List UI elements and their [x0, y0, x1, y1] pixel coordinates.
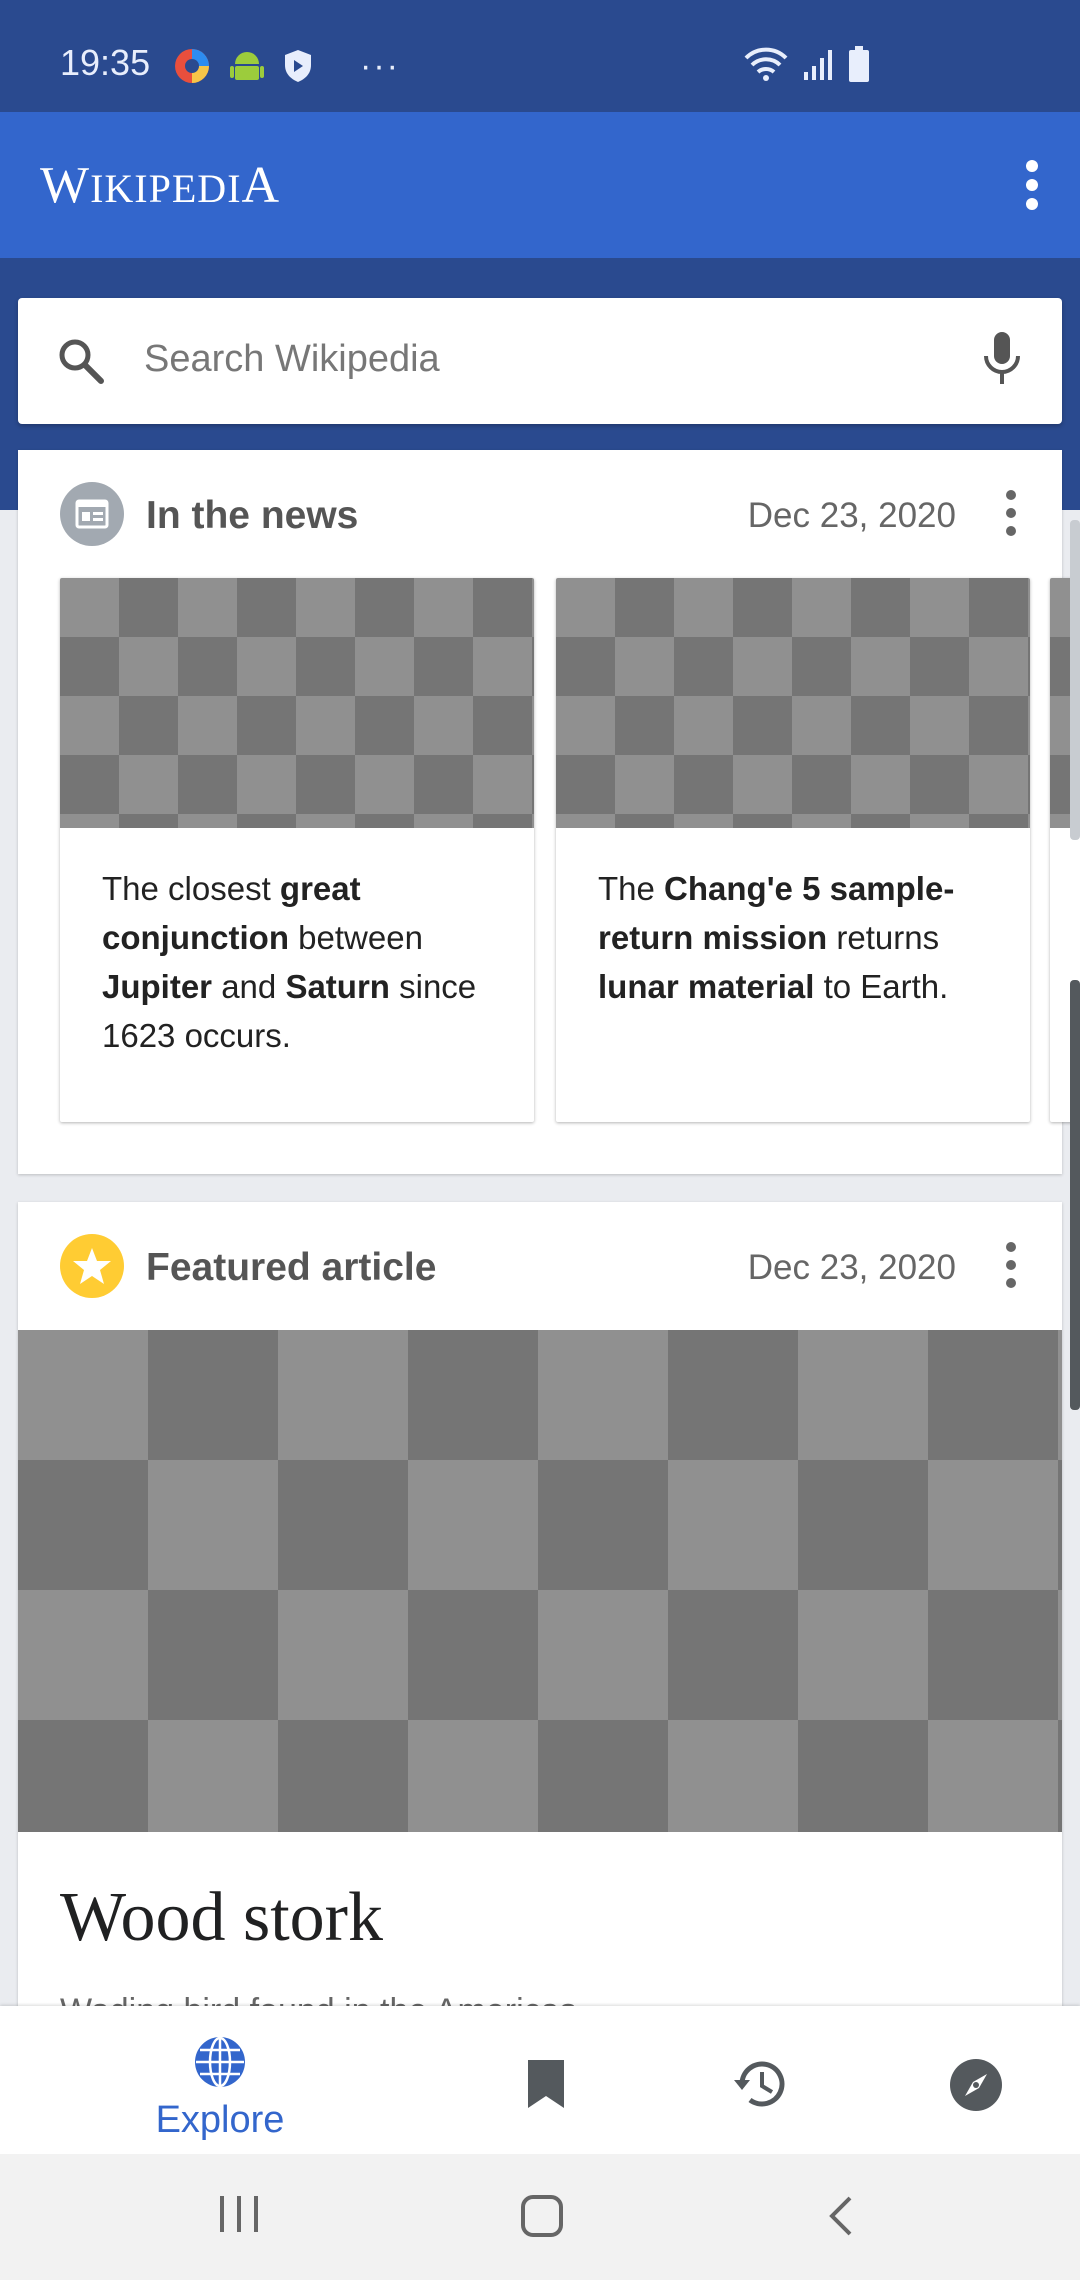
card-title: Featured article [146, 1246, 437, 1289]
overflow-menu-button[interactable] [1022, 160, 1042, 210]
nav-explore-label: Explore [155, 2099, 285, 2141]
scrollbar[interactable] [1070, 520, 1080, 840]
status-time: 19:35 [60, 42, 151, 83]
system-navigation-bar [0, 2154, 1080, 2280]
android-icon [230, 52, 264, 80]
star-icon [60, 1234, 124, 1298]
card-title: In the news [146, 494, 359, 537]
news-item-text: The closest great conjunction between Ju… [102, 870, 477, 1054]
search-bar[interactable]: Search Wikipedia [18, 298, 1062, 424]
news-thumbnail [556, 578, 1030, 828]
bookmark-icon [528, 2060, 564, 2108]
microphone-icon[interactable] [982, 330, 1022, 388]
nav-saved[interactable] [514, 2006, 578, 2154]
scrollbar-thumb[interactable] [1070, 980, 1080, 1410]
app-bar: WIKIPEDIA [0, 112, 1080, 258]
status-more: ··· [360, 46, 400, 85]
card-header: In the news Dec 23, 2020 [18, 450, 1062, 580]
compass-icon [950, 2059, 1002, 2111]
shield-icon [285, 50, 311, 82]
featured-article-card[interactable]: Featured article Dec 23, 2020 Wood stork… [18, 1202, 1062, 2062]
news-item-text: The Chang'e 5 sample-return mission retu… [598, 870, 955, 1005]
back-icon[interactable] [826, 2194, 856, 2238]
card-menu-button[interactable] [1004, 490, 1018, 540]
news-thumbnail [60, 578, 534, 828]
news-icon [60, 482, 124, 546]
featured-image [18, 1330, 1062, 1832]
battery-icon [849, 46, 869, 82]
nav-history[interactable] [728, 2006, 792, 2154]
browser-icon [175, 49, 209, 83]
card-header: Featured article Dec 23, 2020 [18, 1202, 1062, 1332]
status-bar: 19:35 ··· [0, 0, 1080, 112]
wikipedia-logo: WIKIPEDIA [40, 157, 281, 214]
history-icon [734, 2061, 785, 2107]
home-icon[interactable] [520, 2194, 564, 2238]
news-item[interactable]: The Chang'e 5 sample-return mission retu… [556, 578, 1030, 1122]
news-item[interactable]: The closest great conjunction between Ju… [60, 578, 534, 1122]
search-icon [59, 339, 104, 384]
search-input[interactable]: Search Wikipedia [144, 338, 440, 381]
signal-icon [804, 50, 832, 80]
article-title: Wood stork [60, 1879, 383, 1956]
recent-apps-icon[interactable] [216, 2194, 262, 2234]
card-menu-button[interactable] [1004, 1242, 1018, 1292]
card-date: Dec 23, 2020 [747, 496, 956, 535]
globe-icon [195, 2036, 245, 2088]
card-date: Dec 23, 2020 [747, 1248, 956, 1287]
nav-explore[interactable]: Explore [130, 2006, 310, 2154]
nav-nearby[interactable] [944, 2006, 1008, 2154]
bottom-navigation: Explore [0, 2006, 1080, 2154]
wifi-icon [744, 47, 788, 81]
